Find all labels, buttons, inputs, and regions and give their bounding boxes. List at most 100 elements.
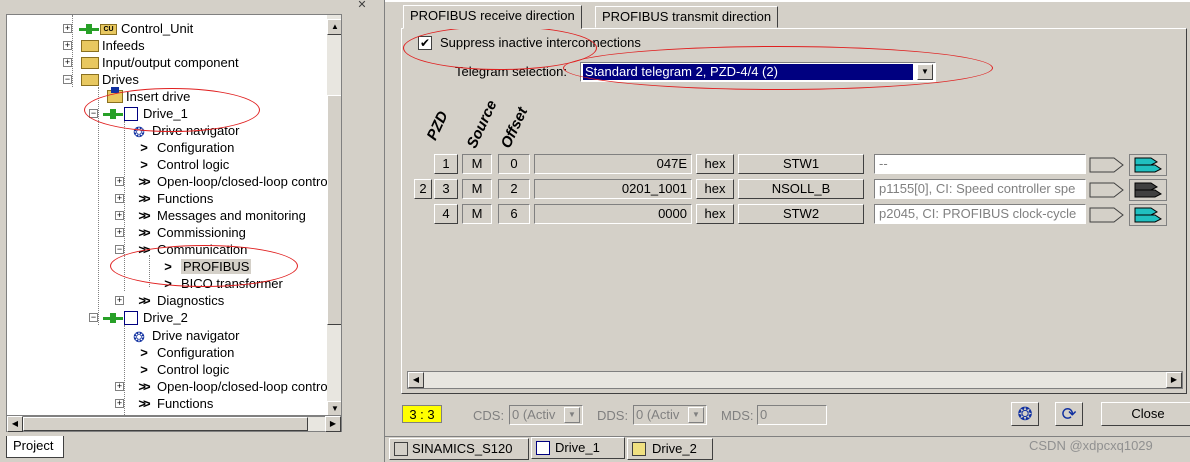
interconnection-field[interactable]: p2045, CI: PROFIBUS clock-cycle (874, 204, 1086, 224)
tree-item-drive-navigator[interactable]: ❂ Drive navigator (131, 122, 239, 139)
interconnection-field[interactable]: p1155[0], CI: Speed controller spe (874, 179, 1086, 199)
window-tab-drive-2[interactable]: Drive_2 (627, 438, 713, 460)
refresh-button[interactable]: ⟳ (1055, 402, 1083, 426)
tab-project[interactable]: Project (6, 436, 64, 458)
tree-horizontal-scrollbar[interactable]: ◀ ▶ (6, 416, 342, 432)
tree-item-configuration-2[interactable]: > Configuration (137, 344, 234, 361)
tree-item-label: Drive_1 (143, 106, 188, 121)
expand-icon[interactable]: + (63, 58, 72, 67)
panel-close-icon[interactable]: ✕ (356, 0, 368, 12)
window-tab-drive-1[interactable]: Drive_1 (531, 437, 625, 459)
chevron-right-icon: > (140, 157, 148, 172)
expand-icon[interactable]: + (115, 399, 124, 408)
scroll-thumb[interactable] (327, 95, 341, 325)
dropdown-arrow-icon[interactable]: ▼ (688, 407, 704, 423)
tree-item-label: Open-loop/closed-loop control (157, 379, 331, 394)
tab-profibus-receive[interactable]: PROFIBUS receive direction (403, 5, 582, 29)
tree-item-open-closed-loop-2[interactable]: + >> Open-loop/closed-loop control (115, 378, 330, 395)
signal-button[interactable]: NSOLL_B (738, 179, 864, 199)
window-tab-label: SINAMICS_S120 (412, 441, 513, 456)
scroll-thumb[interactable] (23, 417, 308, 431)
value-cell: 047E (534, 154, 692, 174)
tree-item-label: Insert drive (126, 89, 191, 104)
dropdown-arrow-icon[interactable]: ▼ (564, 407, 580, 423)
expand-icon[interactable]: + (63, 41, 72, 50)
tree-item-drive-navigator-2[interactable]: ❂ Drive navigator (131, 327, 239, 344)
signal-button[interactable]: STW2 (738, 204, 864, 224)
collapse-icon[interactable]: − (115, 245, 124, 254)
tree-item-control-unit[interactable]: + CU Control_Unit (63, 20, 193, 37)
bico-connector-icon[interactable] (1129, 179, 1167, 201)
expand-icon[interactable]: + (115, 194, 124, 203)
tree-item-communication[interactable]: − >> Communication (115, 241, 247, 258)
tree-item-label: Functions (157, 396, 214, 411)
suppress-checkbox[interactable]: ✔ (418, 36, 432, 50)
tree-item-commissioning[interactable]: + >> Commissioning (115, 224, 246, 241)
navigator-icon: ❂ (1017, 404, 1033, 424)
source-cell: M (462, 179, 492, 199)
tree-item-drive-2[interactable]: − Drive_2 (89, 309, 188, 326)
expand-icon[interactable]: + (63, 24, 72, 33)
tree-item-label: Drive_2 (143, 310, 188, 325)
offset-cell: 6 (498, 204, 530, 224)
dds-value: 0 (Activ (636, 407, 680, 422)
tree-item-drive-1[interactable]: − Drive_1 (89, 105, 188, 122)
tree-item-io-component[interactable]: + Input/output component (63, 54, 239, 71)
project-tree: + CU Control_Unit + Infeeds + Input/outpu… (6, 14, 342, 416)
expand-icon[interactable]: + (115, 382, 124, 391)
tree-item-profibus[interactable]: > PROFIBUS (161, 258, 252, 275)
format-button[interactable]: hex (696, 204, 734, 224)
tab-profibus-transmit[interactable]: PROFIBUS transmit direction (595, 6, 779, 28)
connector-arrow-icon[interactable] (1089, 205, 1125, 225)
tree-item-control-logic[interactable]: > Control logic (137, 156, 229, 173)
telegram-label: Telegram selection: (455, 64, 567, 79)
tree-item-drives[interactable]: − Drives (63, 71, 139, 88)
tree-item-label: Diagnostics (157, 293, 225, 308)
tree-item-diagnostics[interactable]: + >> Diagnostics (115, 292, 224, 309)
scroll-left-icon[interactable]: ◀ (408, 372, 424, 388)
pzd-cell: 3 (434, 179, 458, 199)
dds-select[interactable]: 0 (Activ ▼ (633, 405, 707, 425)
interconnection-field[interactable]: -- (874, 154, 1086, 174)
collapse-icon[interactable]: − (63, 75, 72, 84)
tree-item-infeeds[interactable]: + Infeeds (63, 37, 145, 54)
expand-icon[interactable]: + (115, 211, 124, 220)
signal-button[interactable]: STW1 (738, 154, 864, 174)
tree-item-configuration[interactable]: > Configuration (137, 139, 234, 156)
tree-item-messages[interactable]: + >> Messages and monitoring (115, 207, 306, 224)
bico-connector-icon[interactable] (1129, 154, 1167, 176)
connector-arrow-icon[interactable] (1089, 155, 1125, 175)
tree-item-label: Control_Unit (121, 21, 194, 36)
scroll-up-icon[interactable]: ▲ (327, 19, 341, 35)
dropdown-arrow-icon[interactable]: ▼ (917, 64, 933, 80)
collapse-icon[interactable]: − (89, 109, 98, 118)
window-tab-sinamics[interactable]: SINAMICS_S120 (389, 438, 529, 460)
expand-icon[interactable]: + (115, 177, 124, 186)
tree-item-functions-2[interactable]: + >> Functions (115, 395, 213, 412)
tree-item-insert-drive[interactable]: Insert drive (107, 87, 191, 105)
format-button[interactable]: hex (696, 179, 734, 199)
telegram-select[interactable]: Standard telegram 2, PZD-4/4 (2) ▼ (580, 62, 936, 82)
scroll-right-icon[interactable]: ▶ (325, 416, 341, 432)
chevron-right-icon: > (164, 259, 172, 274)
connector-arrow-icon[interactable] (1089, 180, 1125, 200)
tree-item-bico-transformer[interactable]: > BICO transformer (161, 275, 283, 292)
project-panel: ✕ + CU Control_Unit + Infeeds + Input/out… (0, 0, 378, 462)
format-button[interactable]: hex (696, 154, 734, 174)
close-button[interactable]: Close (1101, 402, 1190, 426)
expand-icon[interactable]: + (115, 228, 124, 237)
expand-icon[interactable]: + (115, 296, 124, 305)
tree-item-functions[interactable]: + >> Functions (115, 190, 213, 207)
scroll-left-icon[interactable]: ◀ (7, 416, 23, 432)
tree-vertical-scrollbar[interactable]: ▲ ▼ (327, 15, 341, 415)
drive-navigator-button[interactable]: ❂ (1011, 402, 1039, 426)
table-horizontal-scrollbar[interactable]: ◀ ▶ (407, 371, 1183, 389)
collapse-icon[interactable]: − (89, 313, 98, 322)
bico-connector-icon[interactable] (1129, 204, 1167, 226)
tree-item-control-logic-2[interactable]: > Control logic (137, 361, 229, 378)
scroll-down-icon[interactable]: ▼ (327, 401, 341, 415)
scroll-right-icon[interactable]: ▶ (1166, 372, 1182, 388)
tree-item-open-closed-loop[interactable]: + >> Open-loop/closed-loop control (115, 173, 330, 190)
cds-select[interactable]: 0 (Activ ▼ (509, 405, 583, 425)
cds-value: 0 (Activ (512, 407, 556, 422)
